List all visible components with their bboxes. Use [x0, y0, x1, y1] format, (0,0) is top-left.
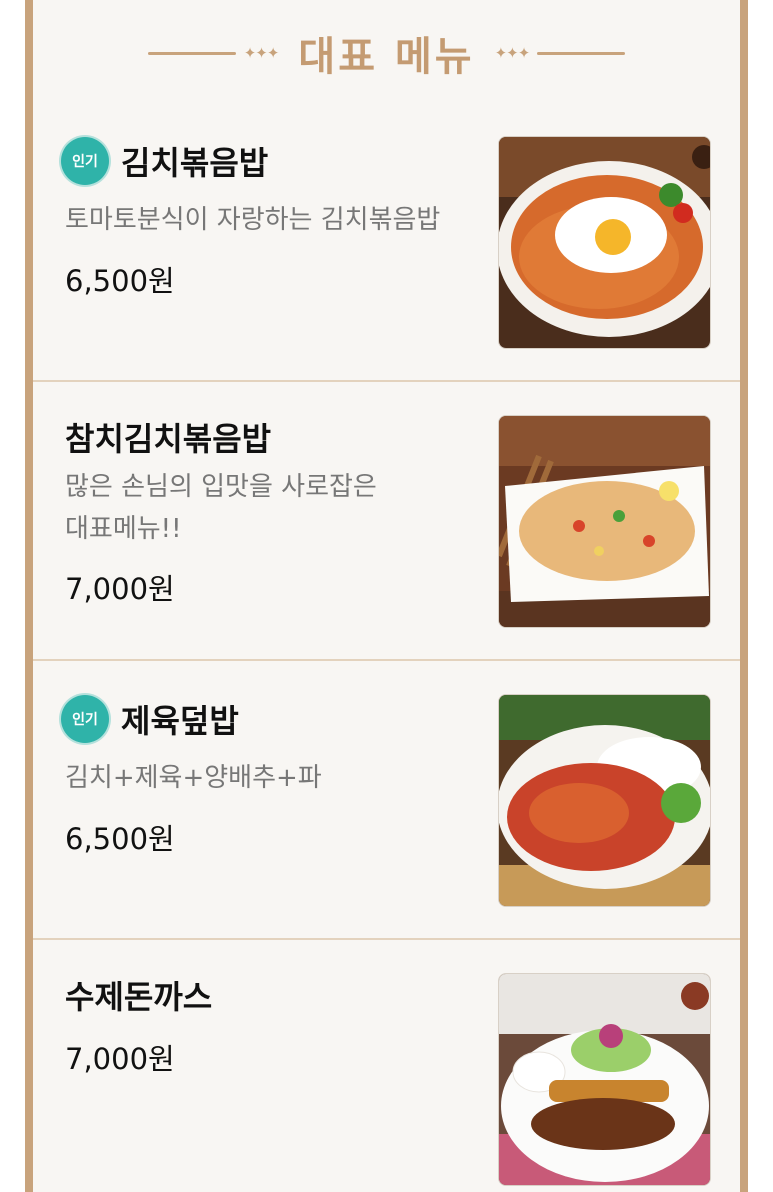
menu-item-description: 토마토분식이 자랑하는 김치볶음밥 — [65, 205, 441, 235]
right-ornament-line — [537, 51, 626, 55]
menu-item-price: 7,000원 — [65, 572, 175, 606]
menu-item-description: 김치+제육+양배추+파 — [65, 763, 322, 793]
menu-item-price: 7,000원 — [65, 1042, 175, 1076]
spicy-pork-rice-bowl-photo[interactable] — [498, 694, 711, 907]
handmade-pork-cutlet-photo[interactable] — [498, 973, 711, 1186]
menu-item-kimchi-fried-rice[interactable]: 인기 김치볶음밥 토마토분식이 자랑하는 김치볶음밥 6,500원 — [33, 103, 740, 382]
menu-item-spicy-pork-rice-bowl[interactable]: 인기 제육덮밥 김치+제육+양배추+파 6,500원 — [33, 661, 740, 940]
menu-item-name: 김치볶음밥 — [121, 144, 269, 182]
left-ornament-line — [147, 51, 236, 55]
right-ornament-icon: ✦✦✦ — [494, 44, 531, 62]
menu-item-price: 6,500원 — [65, 264, 175, 298]
menu-item-handmade-pork-cutlet[interactable]: 수제돈까스 7,000원 — [33, 940, 740, 1192]
menu-item-name: 제육덮밥 — [121, 702, 239, 740]
tuna-kimchi-fried-rice-photo[interactable] — [498, 415, 711, 628]
popular-badge: 인기 — [61, 137, 109, 185]
menu-item-name: 수제돈까스 — [65, 978, 213, 1016]
left-ornament-icon: ✦✦✦ — [243, 44, 280, 62]
section-title: 대표 메뉴 — [298, 34, 475, 80]
menu-item-name: 참치김치볶음밥 — [65, 420, 272, 458]
description-line: 많은 손님의 입맛을 사로잡은 — [65, 472, 377, 502]
menu-item-description: 많은 손님의 입맛을 사로잡은 대표메뉴!! — [65, 466, 485, 550]
menu-panel: ✦✦✦ 대표 메뉴 ✦✦✦ 인기 김치볶음밥 토마토분식이 자랑하는 김치볶음밥… — [25, 0, 748, 1192]
section-header: ✦✦✦ 대표 메뉴 ✦✦✦ — [33, 18, 740, 88]
description-line: 대표메뉴!! — [65, 514, 182, 544]
popular-badge: 인기 — [61, 695, 109, 743]
menu-item-price: 6,500원 — [65, 822, 175, 856]
menu-item-tuna-kimchi-fried-rice[interactable]: 참치김치볶음밥 많은 손님의 입맛을 사로잡은 대표메뉴!! 7,000원 — [33, 382, 740, 661]
kimchi-fried-rice-photo[interactable] — [498, 136, 711, 349]
